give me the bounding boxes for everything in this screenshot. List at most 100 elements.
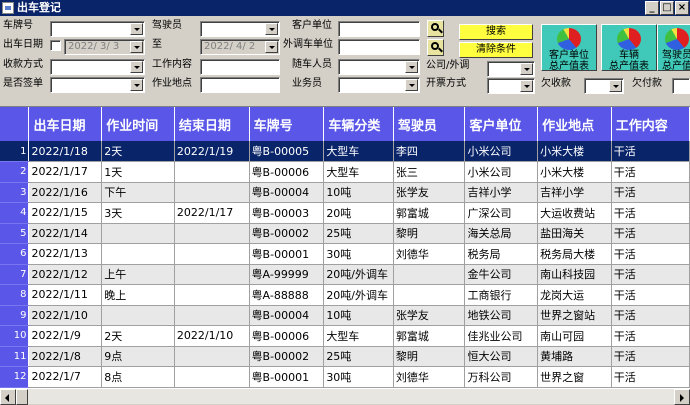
- table-cell[interactable]: [174, 264, 250, 285]
- table-cell[interactable]: 20吨/外调车: [323, 264, 394, 285]
- scroll-right-arrow-icon[interactable]: [674, 389, 690, 405]
- table-cell[interactable]: 粤B-00002: [249, 223, 325, 244]
- table-cell[interactable]: 2022/1/19: [174, 141, 250, 162]
- table-cell[interactable]: 吉祥小学: [537, 182, 612, 203]
- table-cell[interactable]: 粤B-00002: [249, 346, 325, 367]
- driver-chart-button[interactable]: 驾驶员 总产值表: [657, 24, 690, 71]
- table-cell[interactable]: 9点: [101, 346, 175, 367]
- table-cell[interactable]: 干活: [611, 325, 690, 347]
- table-row[interactable]: 6 2022/1/13 粤B-00001 30吨 刘德华 税务局 税务局大楼 干活: [0, 243, 690, 265]
- table-cell[interactable]: 税务局大楼: [537, 243, 612, 265]
- table-cell[interactable]: 2022/1/7: [28, 366, 103, 388]
- chevron-down-icon[interactable]: [609, 80, 622, 92]
- table-cell[interactable]: 粤B-00005: [249, 141, 325, 162]
- search-button[interactable]: 搜索: [459, 24, 533, 40]
- row-number[interactable]: 9: [0, 305, 30, 326]
- row-number[interactable]: 6: [0, 243, 30, 265]
- table-cell[interactable]: 税务局: [464, 243, 539, 265]
- table-cell[interactable]: 2022/1/17: [174, 202, 250, 224]
- chevron-down-icon[interactable]: [520, 63, 533, 75]
- table-cell[interactable]: [174, 305, 250, 326]
- chevron-down-icon[interactable]: [130, 41, 143, 53]
- table-cell[interactable]: [174, 161, 250, 183]
- table-cell[interactable]: 粤B-00001: [249, 243, 325, 265]
- table-cell[interactable]: 粤B-00004: [249, 182, 325, 203]
- chevron-down-icon[interactable]: [405, 61, 418, 73]
- table-cell[interactable]: 小米大楼: [537, 141, 612, 162]
- close-button[interactable]: ×: [675, 1, 689, 15]
- table-cell[interactable]: [174, 243, 250, 265]
- table-cell[interactable]: 10吨: [323, 182, 394, 203]
- table-cell[interactable]: 盐田海关: [537, 223, 612, 244]
- table-row[interactable]: 9 2022/1/10 粤B-00004 10吨 张学友 地铁公司 世界之窗站 干活: [0, 305, 690, 326]
- table-cell[interactable]: 大型车: [323, 161, 394, 183]
- table-cell[interactable]: 南山可园: [537, 325, 612, 347]
- driver-select[interactable]: [200, 21, 280, 37]
- table-cell[interactable]: 粤B-00006: [249, 161, 325, 183]
- sales-select[interactable]: [338, 77, 420, 93]
- table-cell[interactable]: 2022/1/16: [28, 182, 103, 203]
- row-number[interactable]: 2: [0, 161, 30, 183]
- table-cell[interactable]: 刘德华: [393, 366, 466, 388]
- chevron-down-icon[interactable]: [520, 80, 533, 92]
- table-row[interactable]: 4 2022/1/15 3天 2022/1/17 粤B-00003 20吨 郭富城 广深公司大…: [0, 202, 690, 224]
- table-cell[interactable]: 30吨: [323, 366, 394, 388]
- row-number[interactable]: 10: [0, 325, 30, 347]
- table-cell[interactable]: 2022/1/13: [28, 243, 103, 265]
- table-cell[interactable]: 20吨/外调车: [323, 284, 394, 306]
- table-cell[interactable]: 粤A-88888: [249, 284, 325, 306]
- work-location-input[interactable]: [200, 77, 280, 93]
- table-cell[interactable]: 小米公司: [464, 161, 539, 183]
- table-cell[interactable]: 恒大公司: [464, 346, 539, 367]
- table-cell[interactable]: 8点: [101, 366, 175, 388]
- table-cell[interactable]: 2022/1/17: [28, 161, 103, 183]
- table-cell[interactable]: 粤B-00004: [249, 305, 325, 326]
- invoice-select[interactable]: [487, 78, 535, 94]
- table-cell[interactable]: 2天: [101, 141, 175, 162]
- table-cell[interactable]: 2天: [101, 325, 175, 347]
- table-cell[interactable]: 郭富城: [393, 202, 466, 224]
- table-row[interactable]: 3 2022/1/16 下午 粤B-00004 10吨 张学友 吉祥小学 吉祥小学 干活: [0, 182, 690, 203]
- table-cell[interactable]: 干活: [611, 305, 690, 326]
- table-cell[interactable]: 上午: [101, 264, 175, 285]
- row-number[interactable]: 7: [0, 264, 30, 285]
- table-cell[interactable]: 2022/1/10: [174, 325, 250, 347]
- column-header[interactable]: 作业时间: [101, 107, 175, 141]
- table-cell[interactable]: 2022/1/10: [28, 305, 103, 326]
- row-number[interactable]: 8: [0, 284, 30, 306]
- table-cell[interactable]: 干活: [611, 284, 690, 306]
- table-row[interactable]: 7 2022/1/12 上午 粤A-99999 20吨/外调车 金牛公司 南山科技园 干活: [0, 264, 690, 285]
- table-cell[interactable]: 3天: [101, 202, 175, 224]
- row-number[interactable]: 12: [0, 366, 30, 388]
- chevron-down-icon[interactable]: [265, 23, 278, 35]
- column-header[interactable]: 工作内容: [611, 107, 690, 141]
- owed-select[interactable]: [584, 78, 624, 94]
- scroll-thumb[interactable]: [16, 389, 28, 405]
- table-cell[interactable]: 25吨: [323, 223, 394, 244]
- company-select[interactable]: [487, 61, 535, 77]
- table-cell[interactable]: 干活: [611, 202, 690, 224]
- table-cell[interactable]: 佳兆业公司: [464, 325, 539, 347]
- table-cell[interactable]: 龙岗大运: [537, 284, 612, 306]
- chevron-down-icon[interactable]: [130, 79, 143, 91]
- outsource-input[interactable]: [338, 39, 420, 55]
- table-cell[interactable]: 小米大楼: [537, 161, 612, 183]
- table-cell[interactable]: 干活: [611, 223, 690, 244]
- column-header[interactable]: 作业地点: [537, 107, 612, 141]
- client-search-button[interactable]: [427, 20, 444, 37]
- table-cell[interactable]: 2022/1/11: [28, 284, 103, 306]
- row-number[interactable]: 3: [0, 182, 30, 203]
- table-row[interactable]: 8 2022/1/11 晚上 粤A-88888 20吨/外调车 工商银行 龙岗大运 干活: [0, 284, 690, 306]
- table-row[interactable]: 11 2022/1/8 9点 粤B-00002 25吨 黎明 恒大公司 黄埔路 干活: [0, 346, 690, 367]
- table-cell[interactable]: [174, 182, 250, 203]
- table-row[interactable]: 5 2022/1/14 粤B-00002 25吨 黎明 海关总局 盐田海关 干活: [0, 223, 690, 244]
- table-cell[interactable]: [174, 346, 250, 367]
- table-cell[interactable]: 黎明: [393, 346, 466, 367]
- chevron-down-icon[interactable]: [405, 79, 418, 91]
- table-cell[interactable]: 世界之窗站: [537, 305, 612, 326]
- crew-select[interactable]: [338, 59, 420, 75]
- clear-button[interactable]: 清除条件: [459, 42, 533, 58]
- table-cell[interactable]: 张学友: [393, 305, 466, 326]
- table-row[interactable]: 10 2022/1/9 2天 2022/1/10 粤B-00006 大型车 郭富城 佳兆业公司…: [0, 325, 690, 347]
- table-cell[interactable]: 干活: [611, 346, 690, 367]
